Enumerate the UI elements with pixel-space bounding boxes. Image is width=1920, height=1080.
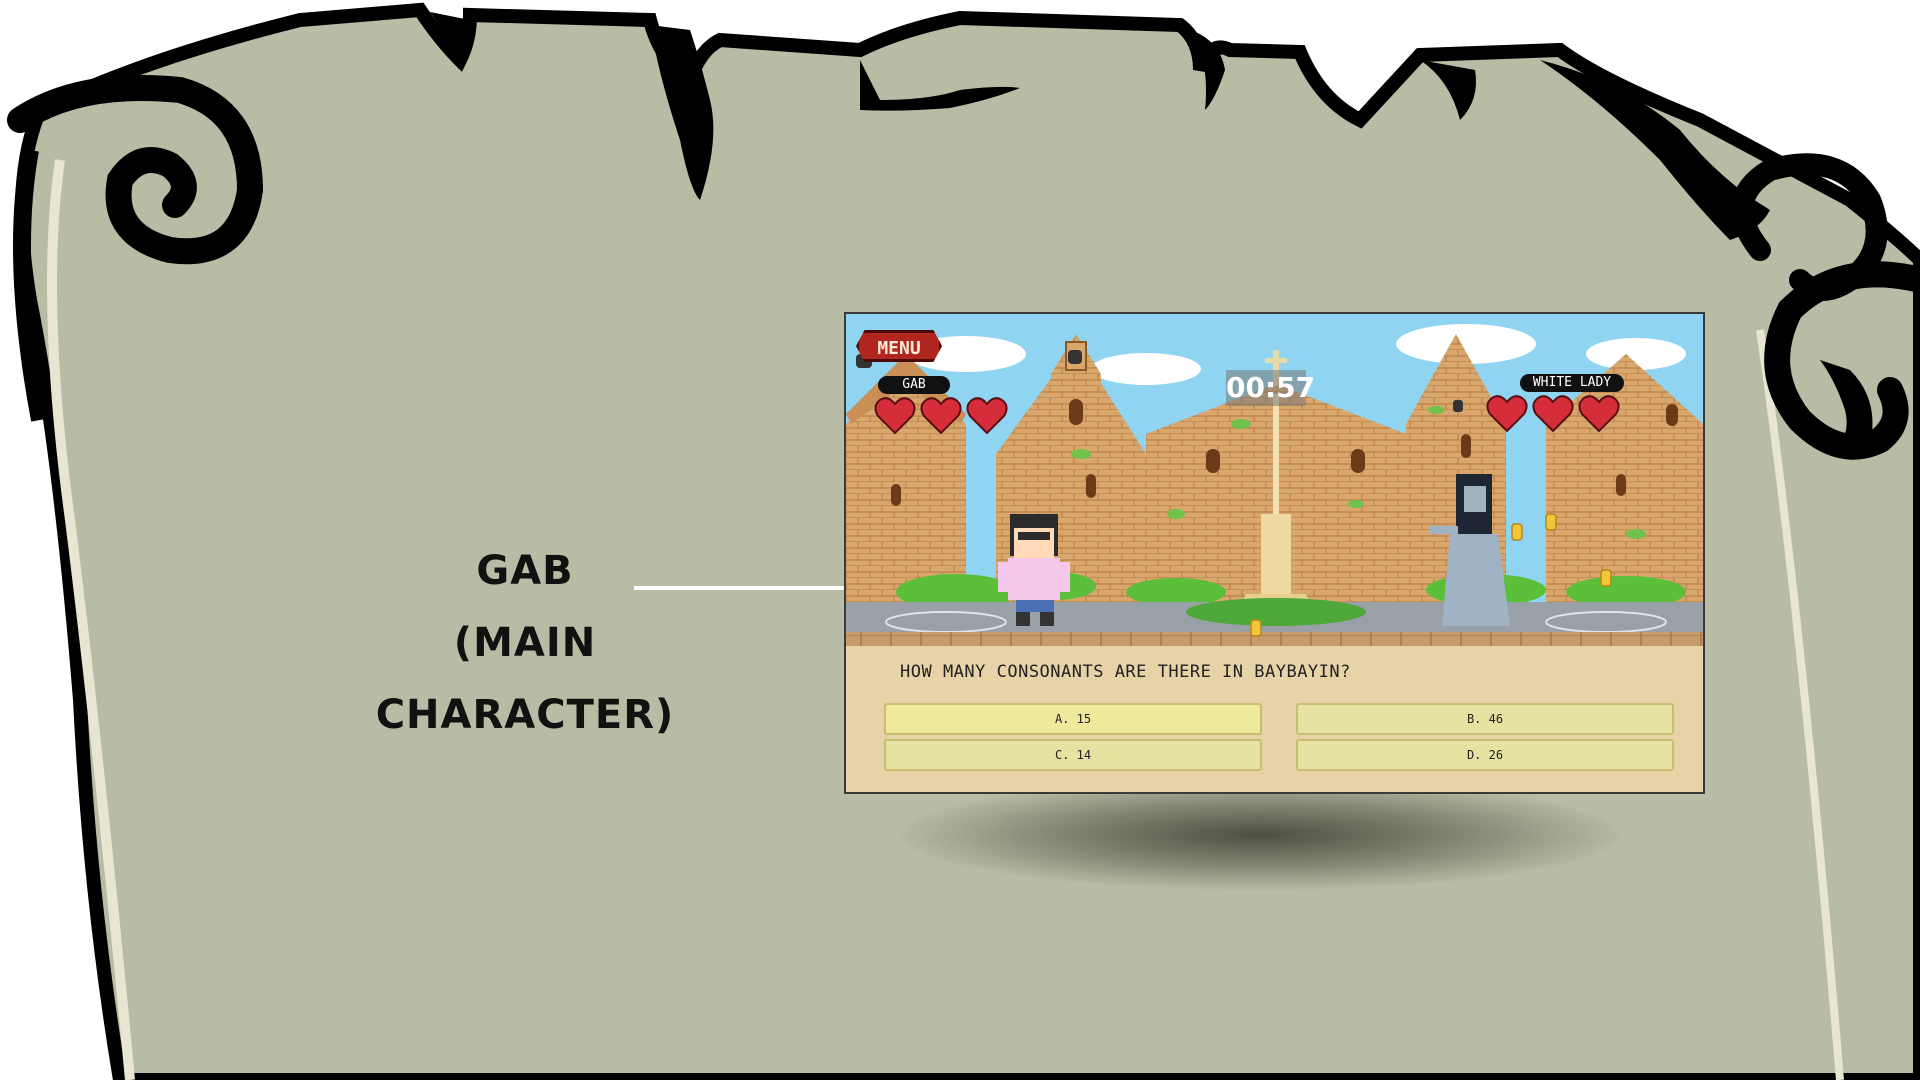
heart-icon [966, 397, 1008, 435]
callout-role: (MAIN CHARACTER) [375, 620, 675, 738]
heart-icon [1578, 395, 1620, 433]
enemy-name-tag: WHITE LADY [1520, 374, 1624, 392]
menu-button[interactable]: MENU [856, 330, 942, 362]
heart-icon [1486, 395, 1528, 433]
heart-icon [920, 397, 962, 435]
answer-b-button[interactable]: B. 46 [1296, 703, 1674, 735]
countdown-timer: 00:57 [1226, 370, 1316, 406]
player-hearts [874, 396, 1008, 436]
answer-c-button[interactable]: C. 14 [884, 739, 1262, 771]
character-callout: GAB (MAIN CHARACTER) [300, 535, 750, 751]
heart-icon [1532, 395, 1574, 433]
question-text: HOW MANY CONSONANTS ARE THERE IN BAYBAYI… [900, 662, 1351, 682]
answer-a-button[interactable]: A. 15 [884, 703, 1262, 735]
heart-icon [874, 397, 916, 435]
player-name-tag: GAB [878, 376, 950, 394]
answer-d-button[interactable]: D. 26 [1296, 739, 1674, 771]
screenshot-shadow [900, 780, 1620, 890]
game-screenshot: MENU GAB 00:57 WHITE LADY HOW MANY CONSO… [844, 312, 1705, 794]
enemy-hearts [1486, 394, 1620, 434]
